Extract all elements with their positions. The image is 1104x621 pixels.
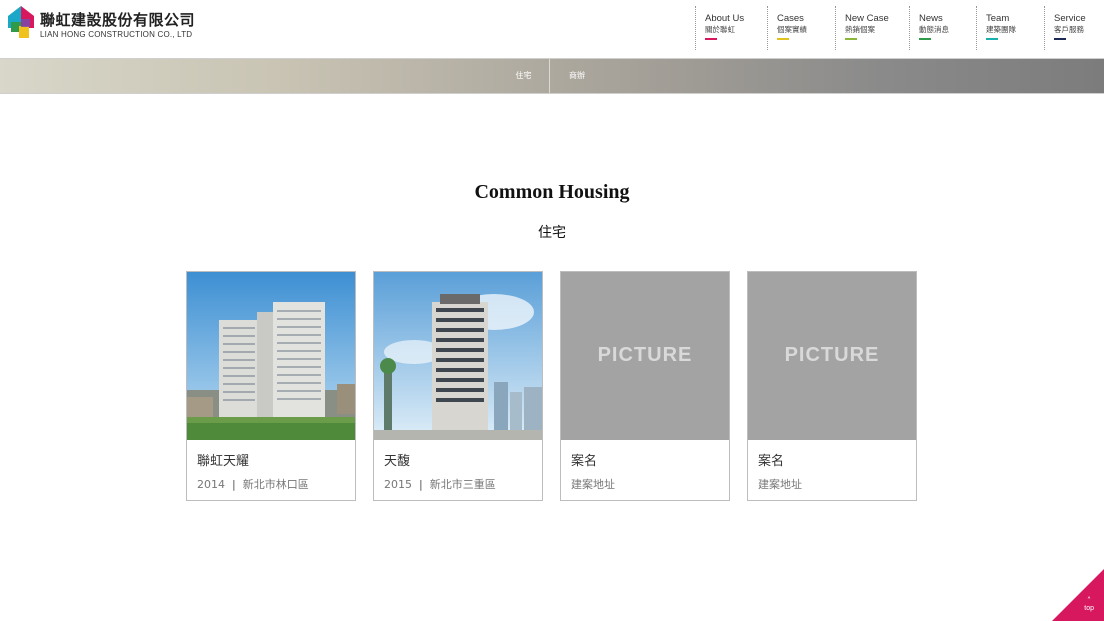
case-location: 建案地址 xyxy=(758,478,802,491)
nav-label-zh: 關於聯虹 xyxy=(705,25,735,34)
company-name-en: LIAN HONG CONSTRUCTION CO., LTD xyxy=(40,30,193,39)
case-photo xyxy=(187,272,355,440)
nav-label-zh: 客戶服務 xyxy=(1054,25,1084,34)
case-location: 新北市三重區 xyxy=(429,478,496,491)
nav-label-zh: 建築團隊 xyxy=(986,25,1016,34)
case-name: 案名 xyxy=(758,454,785,469)
building-photo-image xyxy=(187,272,355,440)
building-photo-image xyxy=(374,272,542,440)
section-title-zh: 住宅 xyxy=(538,225,566,241)
nav-item-service[interactable]: Service 客戶服務 xyxy=(1044,6,1086,50)
nav-label-zh: 熱銷個案 xyxy=(845,25,875,34)
company-name: 聯虹建設股份有限公司 xyxy=(40,11,196,29)
nav-label-en: Team xyxy=(986,13,1010,24)
placeholder-label: PICTURE xyxy=(597,344,693,366)
case-card[interactable]: 聯虹天耀 2014 | 新北市林口區 xyxy=(186,271,356,501)
nav-label-en: New Case xyxy=(845,13,889,24)
nav-label-zh: 動態消息 xyxy=(919,25,949,34)
case-location: 新北市林口區 xyxy=(242,478,309,491)
back-to-top-button[interactable]: ˄ top xyxy=(1052,569,1104,621)
nav-label-en: Cases xyxy=(777,13,804,24)
nav-label-en: Service xyxy=(1054,13,1086,24)
case-name: 聯虹天耀 xyxy=(197,454,250,469)
nav-color-bar xyxy=(986,38,998,40)
case-card[interactable]: PICTURE 案名 建案地址 xyxy=(747,271,917,501)
case-year: 2015 xyxy=(384,478,412,491)
case-photo xyxy=(374,272,542,440)
placeholder-label: PICTURE xyxy=(784,344,880,366)
nav-item-about[interactable]: About Us 關於聯虹 xyxy=(695,6,744,50)
chevron-up-icon: ˄ xyxy=(1087,596,1091,605)
section-title-en: Common Housing xyxy=(474,181,630,203)
nav-color-bar xyxy=(705,38,717,40)
nav-item-news[interactable]: News 動態消息 xyxy=(909,6,949,50)
case-meta: 建案地址 xyxy=(758,476,802,492)
site-logo[interactable]: 聯虹建設股份有限公司 LIAN HONG CONSTRUCTION CO., L… xyxy=(8,6,208,46)
case-location: 建案地址 xyxy=(571,478,615,491)
nav-item-team[interactable]: Team 建築團隊 xyxy=(976,6,1016,50)
nav-color-bar xyxy=(919,38,931,40)
nav-color-bar xyxy=(845,38,857,40)
category-tab-residential[interactable]: 住宅 xyxy=(498,59,550,93)
logo-house-icon xyxy=(8,6,34,38)
case-card[interactable]: PICTURE 案名 建案地址 xyxy=(560,271,730,501)
nav-item-cases[interactable]: Cases 個案實績 xyxy=(767,6,807,50)
back-to-top-label: top xyxy=(1084,605,1094,612)
case-meta: 2015 | 新北市三重區 xyxy=(384,476,496,492)
nav-label-zh: 個案實績 xyxy=(777,25,807,34)
case-photo-placeholder: PICTURE xyxy=(561,272,729,440)
category-tab-commercial[interactable]: 商辦 xyxy=(551,59,603,93)
case-meta: 建案地址 xyxy=(571,476,615,492)
site-header: 聯虹建設股份有限公司 LIAN HONG CONSTRUCTION CO., L… xyxy=(0,0,1104,58)
meta-divider: | xyxy=(232,478,236,491)
case-photo-placeholder: PICTURE xyxy=(748,272,916,440)
nav-color-bar xyxy=(1054,38,1066,40)
case-year: 2014 xyxy=(197,478,225,491)
case-name: 案名 xyxy=(571,454,598,469)
case-meta: 2014 | 新北市林口區 xyxy=(197,476,309,492)
nav-color-bar xyxy=(777,38,789,40)
nav-label-en: About Us xyxy=(705,13,745,24)
meta-divider: | xyxy=(419,478,423,491)
nav-item-new-case[interactable]: New Case 熱銷個案 xyxy=(835,6,889,50)
corner-triangle-icon xyxy=(1052,569,1104,621)
category-strip: 住宅 商辦 xyxy=(0,58,1104,94)
nav-label-en: News xyxy=(919,13,943,24)
case-card[interactable]: 天馥 2015 | 新北市三重區 xyxy=(373,271,543,501)
case-name: 天馥 xyxy=(384,454,411,469)
